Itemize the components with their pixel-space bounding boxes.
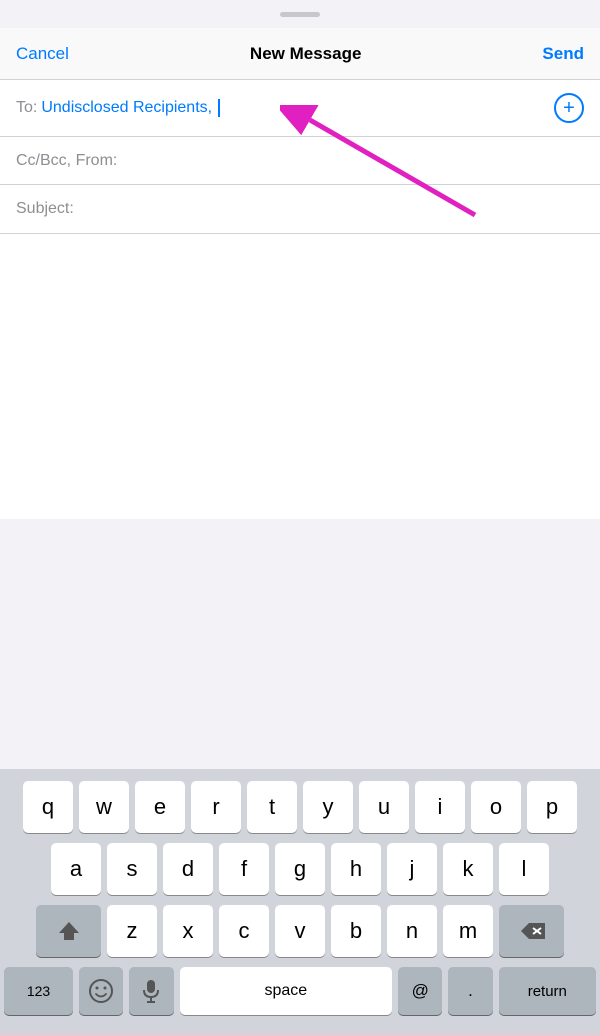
key-v[interactable]: v: [275, 905, 325, 957]
to-field-row[interactable]: To: Undisclosed Recipients, +: [0, 80, 600, 137]
key-l[interactable]: l: [499, 843, 549, 895]
shift-icon: [58, 920, 80, 942]
return-key[interactable]: return: [499, 967, 596, 1015]
drag-handle-area: [0, 0, 600, 28]
send-button[interactable]: Send: [542, 44, 584, 64]
subject-field-row[interactable]: Subject:: [0, 185, 600, 233]
key-x[interactable]: x: [163, 905, 213, 957]
key-a[interactable]: a: [51, 843, 101, 895]
page-title: New Message: [250, 44, 362, 64]
key-d[interactable]: d: [163, 843, 213, 895]
key-k[interactable]: k: [443, 843, 493, 895]
key-g[interactable]: g: [275, 843, 325, 895]
key-c[interactable]: c: [219, 905, 269, 957]
cancel-button[interactable]: Cancel: [16, 44, 69, 64]
backspace-key[interactable]: [499, 905, 564, 957]
numbers-key[interactable]: 123: [4, 967, 73, 1015]
plus-icon: +: [563, 97, 575, 120]
emoji-key[interactable]: [79, 967, 123, 1015]
compose-header: Cancel New Message Send: [0, 28, 600, 80]
cc-bcc-field-row[interactable]: Cc/Bcc, From:: [0, 137, 600, 185]
key-h[interactable]: h: [331, 843, 381, 895]
key-j[interactable]: j: [387, 843, 437, 895]
key-m[interactable]: m: [443, 905, 493, 957]
keyboard-row-1: q w e r t y u i o p: [4, 781, 596, 833]
key-f[interactable]: f: [219, 843, 269, 895]
key-y[interactable]: y: [303, 781, 353, 833]
keyboard-row-4: 123 space @ . return: [4, 967, 596, 1015]
keyboard[interactable]: q w e r t y u i o p a s d f g h j k l z …: [0, 769, 600, 1035]
key-b[interactable]: b: [331, 905, 381, 957]
drag-handle: [280, 12, 320, 17]
key-r[interactable]: r: [191, 781, 241, 833]
add-contact-button[interactable]: +: [554, 93, 584, 123]
key-s[interactable]: s: [107, 843, 157, 895]
period-key[interactable]: .: [448, 967, 492, 1015]
compose-form: To: Undisclosed Recipients, + Cc/Bcc, Fr…: [0, 80, 600, 234]
at-key[interactable]: @: [398, 967, 442, 1015]
microphone-icon: [142, 979, 160, 1003]
key-w[interactable]: w: [79, 781, 129, 833]
keyboard-row-2: a s d f g h j k l: [4, 843, 596, 895]
key-o[interactable]: o: [471, 781, 521, 833]
key-t[interactable]: t: [247, 781, 297, 833]
message-body[interactable]: [0, 234, 600, 519]
key-p[interactable]: p: [527, 781, 577, 833]
space-key[interactable]: space: [180, 967, 392, 1015]
keyboard-row-3: z x c v b n m: [4, 905, 596, 957]
key-z[interactable]: z: [107, 905, 157, 957]
emoji-icon: [88, 978, 114, 1004]
shift-key[interactable]: [36, 905, 101, 957]
microphone-key[interactable]: [129, 967, 173, 1015]
backspace-icon: [519, 921, 545, 941]
to-label: To:: [16, 99, 37, 117]
to-value: Undisclosed Recipients,: [41, 99, 554, 117]
to-text: Undisclosed Recipients,: [41, 99, 212, 116]
key-n[interactable]: n: [387, 905, 437, 957]
key-e[interactable]: e: [135, 781, 185, 833]
key-u[interactable]: u: [359, 781, 409, 833]
cc-bcc-label: Cc/Bcc, From:: [16, 152, 117, 170]
key-i[interactable]: i: [415, 781, 465, 833]
text-cursor: [218, 99, 220, 117]
subject-label: Subject:: [16, 200, 74, 218]
key-q[interactable]: q: [23, 781, 73, 833]
